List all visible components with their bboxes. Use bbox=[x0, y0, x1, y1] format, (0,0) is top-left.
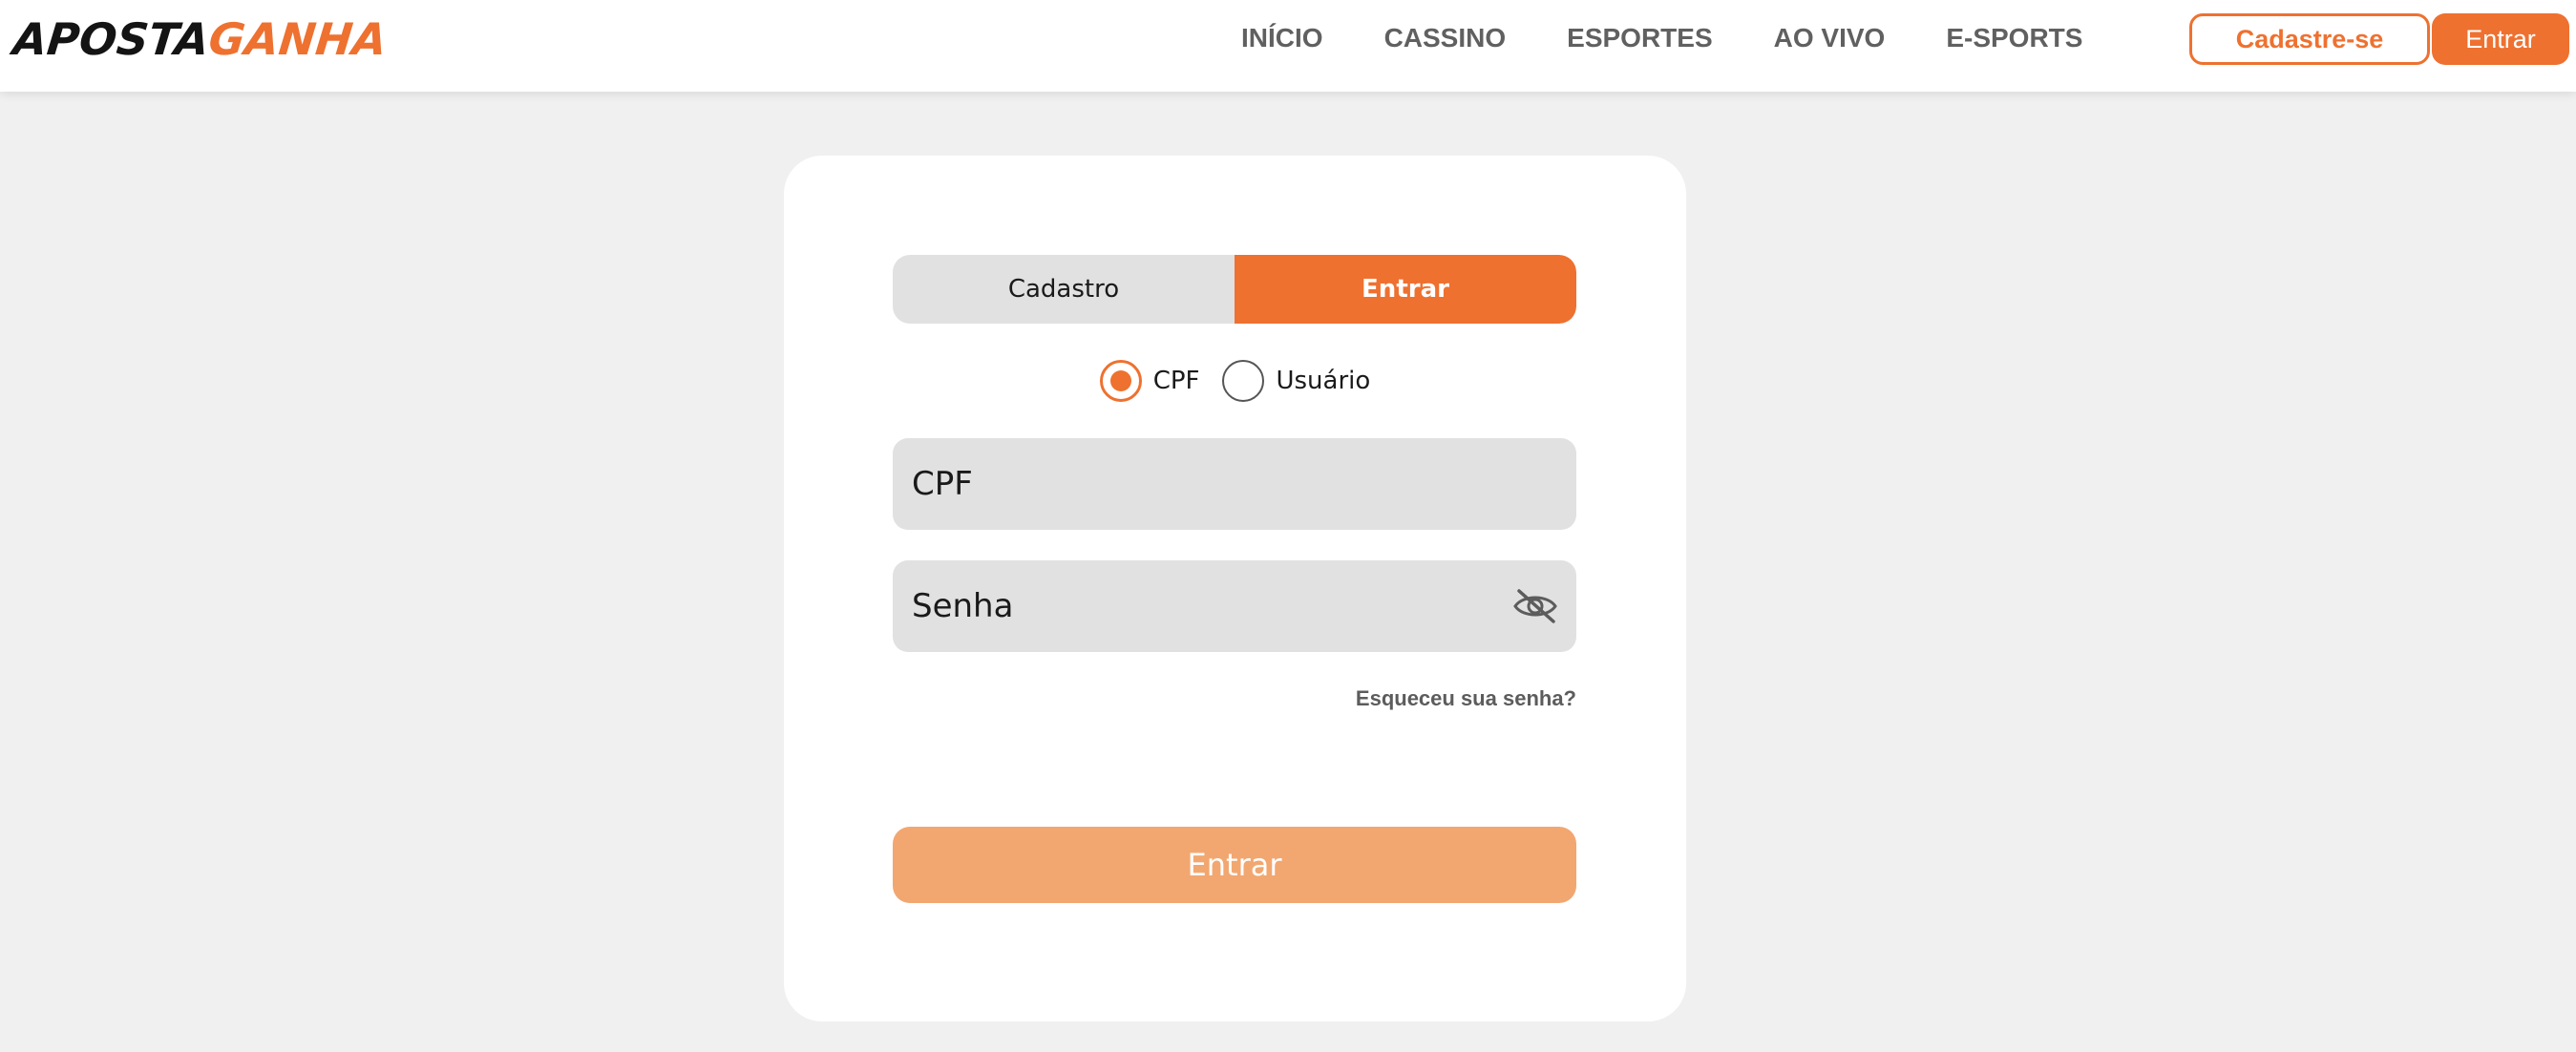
eye-slash-icon[interactable] bbox=[1511, 587, 1559, 625]
nav-item-cassino[interactable]: CASSINO bbox=[1384, 23, 1507, 53]
login-card: Cadastro Entrar CPF Usuário CPF Senha Es… bbox=[784, 156, 1686, 1021]
password-placeholder: Senha bbox=[912, 587, 1014, 625]
logo-text-aposta: APOSTA bbox=[11, 13, 212, 65]
tab-cadastro[interactable]: Cadastro bbox=[893, 255, 1235, 324]
header-login-button[interactable]: Entrar bbox=[2432, 13, 2569, 65]
top-header: APOSTAGANHA INÍCIO CASSINO ESPORTES AO V… bbox=[0, 0, 2576, 92]
nav-item-ao-vivo[interactable]: AO VIVO bbox=[1774, 23, 1886, 53]
radio-option-cpf[interactable]: CPF bbox=[1099, 360, 1200, 402]
signup-button[interactable]: Cadastre-se bbox=[2189, 13, 2430, 65]
login-type-radio-group: CPF Usuário bbox=[784, 358, 1686, 404]
radio-option-usuario[interactable]: Usuário bbox=[1222, 360, 1370, 402]
tab-entrar[interactable]: Entrar bbox=[1235, 255, 1576, 324]
main-nav: INÍCIO CASSINO ESPORTES AO VIVO E-SPORTS bbox=[1241, 0, 2082, 76]
cpf-placeholder: CPF bbox=[912, 465, 973, 503]
nav-item-inicio[interactable]: INÍCIO bbox=[1241, 23, 1323, 53]
nav-item-esportes[interactable]: ESPORTES bbox=[1567, 23, 1712, 53]
radio-label-usuario: Usuário bbox=[1276, 367, 1371, 395]
password-input[interactable]: Senha bbox=[893, 560, 1576, 652]
radio-usuario-unchecked-icon[interactable] bbox=[1222, 360, 1265, 402]
auth-tabs: Cadastro Entrar bbox=[893, 255, 1576, 324]
forgot-password-link[interactable]: Esqueceu sua senha? bbox=[1356, 686, 1576, 711]
radio-label-cpf: CPF bbox=[1152, 367, 1200, 395]
cpf-input[interactable]: CPF bbox=[893, 438, 1576, 530]
login-submit-button[interactable]: Entrar bbox=[893, 827, 1576, 903]
nav-item-e-sports[interactable]: E-SPORTS bbox=[1946, 23, 2082, 53]
logo-text-ganha: GANHA bbox=[206, 13, 390, 65]
radio-cpf-checked-icon[interactable] bbox=[1099, 360, 1142, 402]
aposta-ganha-logo[interactable]: APOSTAGANHA bbox=[11, 13, 390, 65]
